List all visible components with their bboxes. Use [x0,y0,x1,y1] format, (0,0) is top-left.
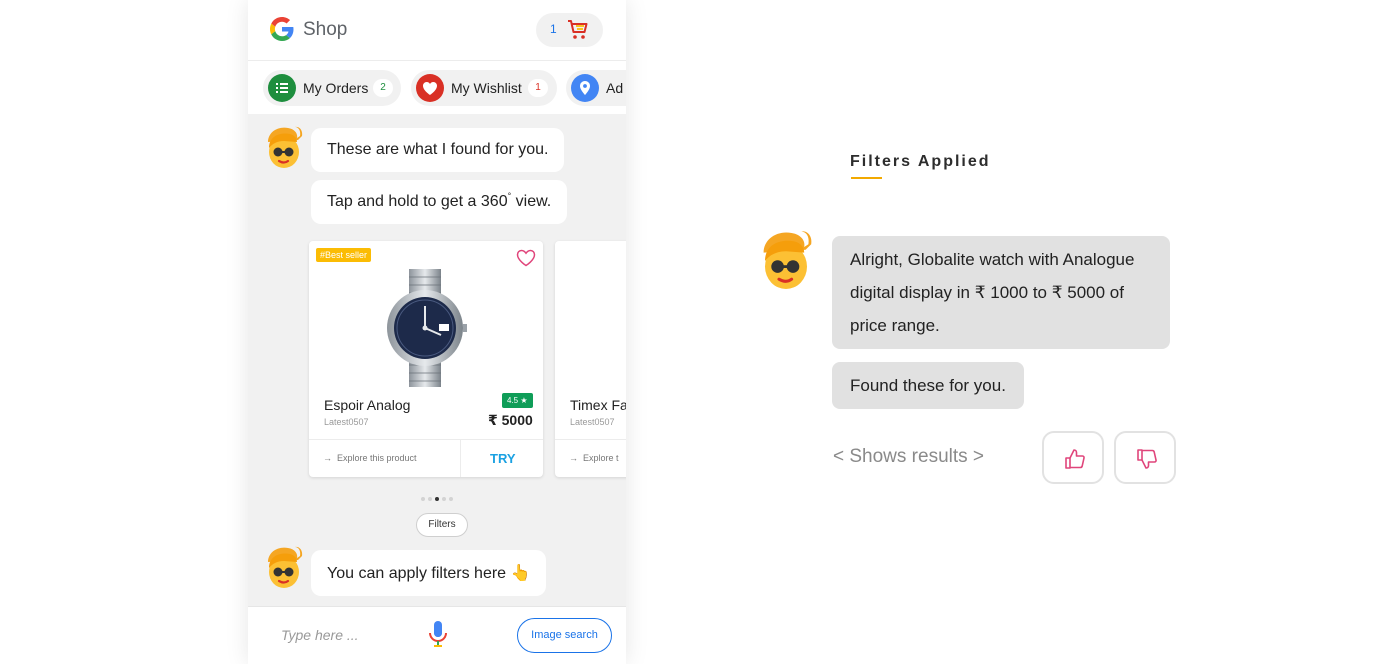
my-wishlist-count: 1 [528,79,548,97]
my-orders-chip[interactable]: My Orders 2 [263,70,401,106]
app-header: Shop 1 [248,0,626,60]
image-search-button[interactable]: Image search [517,618,612,653]
chat-area: These are what I found for you. Tap and … [248,114,626,606]
card-actions: → Explore t [555,439,626,477]
my-wishlist-chip[interactable]: My Wishlist 1 [411,70,557,106]
google-logo-icon [270,17,294,41]
reply-line: price range. [850,316,940,335]
wishlist-heart-icon[interactable] [516,249,536,267]
quick-links-bar: My Orders 2 My Wishlist 1 Ad [248,60,626,114]
carousel-dot[interactable] [449,497,453,501]
cart-icon [568,20,588,39]
thumbs-down-icon [1137,449,1157,469]
carousel-dot[interactable] [421,497,425,501]
assistant-reply: Alright, Globalite watch with Analogue d… [832,236,1170,349]
my-wishlist-label: My Wishlist [451,80,522,96]
list-icon [268,74,296,102]
product-card[interactable]: #Best seller Espoir Analog Latest0507 4.… [309,241,543,477]
input-bar: Type here ... Image search [248,606,626,664]
assistant-avatar-icon [268,546,303,588]
thumbs-down-button[interactable] [1114,431,1176,484]
rating-badge: 4.5 ★ [502,393,533,408]
product-name: Timex Fa [570,397,626,413]
reply-line: Alright, Globalite watch with Analogue [850,250,1135,269]
explore-product-link[interactable]: → Explore t [569,453,619,463]
divider [460,440,461,477]
assistant-message: These are what I found for you. [311,128,565,172]
assistant-avatar-icon [763,231,812,289]
address-chip[interactable]: Ad [566,70,626,106]
message-input[interactable]: Type here ... [281,627,359,643]
explore-label: Explore t [583,453,619,463]
my-orders-count: 2 [373,79,393,97]
product-card[interactable]: Timex Fa Latest0507 → Explore t [555,241,626,477]
assistant-reply: Found these for you. [832,362,1024,409]
carousel-dot-active[interactable] [435,497,439,501]
location-pin-icon [571,74,599,102]
explore-product-link[interactable]: → Explore this product [323,453,417,463]
assistant-message: Tap and hold to get a 360° view. [311,180,568,224]
best-seller-tag: #Best seller [316,248,372,262]
thumbs-up-button[interactable] [1042,431,1104,484]
watch-image [387,269,467,387]
product-price: ₹ 5000 [488,412,533,428]
carousel-dot[interactable] [428,497,432,501]
try-button[interactable]: TRY [490,451,516,466]
product-name: Espoir Analog [324,397,411,413]
message-text: Tap and hold to get a 360 [327,193,508,210]
product-sku: Latest0507 [324,417,369,427]
reply-line: digital display in ₹ 1000 to ₹ 5000 of [850,283,1124,302]
address-label: Ad [606,80,624,96]
my-orders-label: My Orders [303,80,369,96]
cart-button[interactable]: 1 [536,13,603,47]
arrow-right-icon: → [569,453,584,463]
results-hint: < Shows results > [833,446,985,467]
section-title: Filters Applied [850,153,991,170]
microphone-icon[interactable] [428,620,448,650]
title-underline [851,177,882,179]
filters-chip[interactable]: Filters [416,513,468,537]
card-actions: → Explore this product TRY [309,439,543,477]
product-sku: Latest0507 [570,417,615,427]
thumbs-up-icon [1065,449,1085,469]
degree-symbol: ° [507,191,512,201]
cart-count: 1 [550,22,557,36]
heart-icon [416,74,444,102]
carousel-dot[interactable] [442,497,446,501]
app-title: Shop [303,19,348,40]
assistant-message: You can apply filters here 👆 [311,550,547,596]
explore-label: Explore this product [337,453,417,463]
message-text: view. [511,193,552,210]
arrow-right-icon: → [323,453,338,463]
assistant-avatar-icon [268,126,303,168]
phone-screen: Shop 1 My Orders 2 My Wishlist 1 Ad Thes… [248,0,626,664]
